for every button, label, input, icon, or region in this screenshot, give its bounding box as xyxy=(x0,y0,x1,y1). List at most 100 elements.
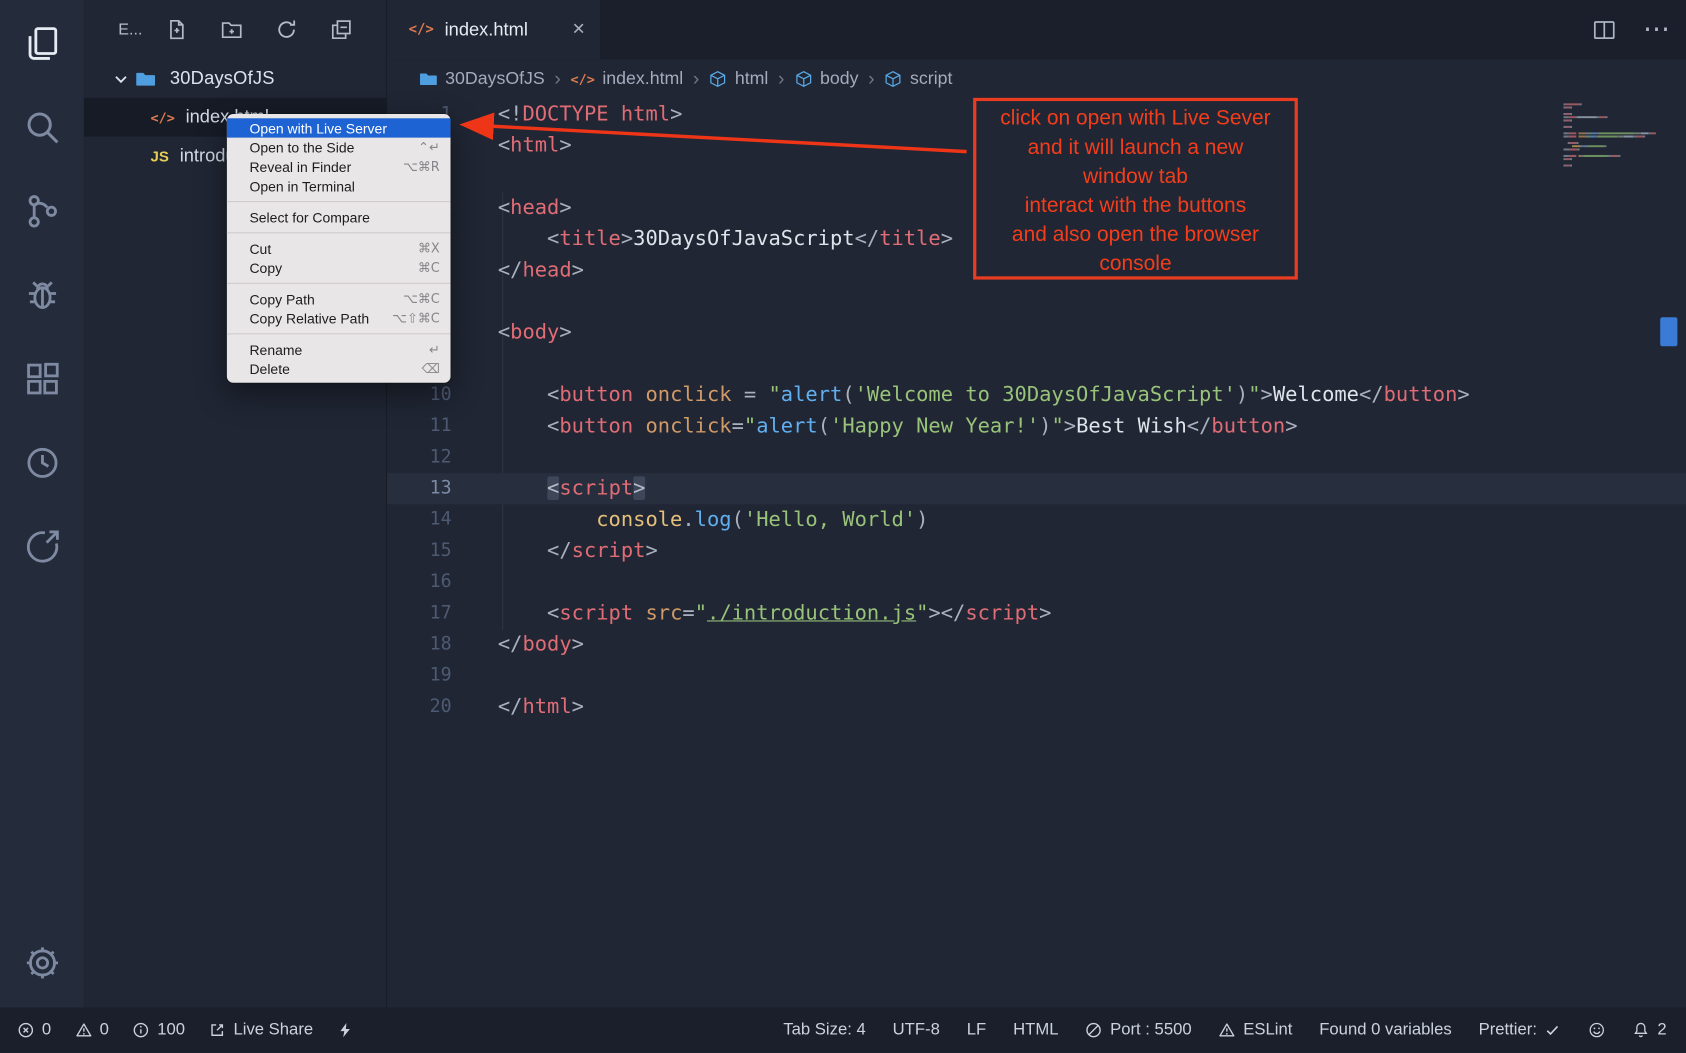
breadcrumb-script[interactable]: script xyxy=(884,69,952,89)
menu-item-copy-path[interactable]: Copy Path⌥⌘C xyxy=(227,289,451,308)
minimap-line xyxy=(1563,165,1655,167)
breadcrumb-30daysofjs[interactable]: 30DaysOfJS xyxy=(419,69,544,89)
minimap-line xyxy=(1563,103,1655,105)
code-token: ./introduction.js xyxy=(707,601,916,625)
status-0[interactable]: 0 xyxy=(17,1020,51,1039)
status-lightning[interactable] xyxy=(337,1021,354,1038)
code-line-text[interactable]: <script src="./introduction.js"></script… xyxy=(498,598,1052,629)
code-line-text[interactable]: <script> xyxy=(498,473,646,504)
menu-item-select-for-compare[interactable]: Select for Compare xyxy=(227,208,451,227)
minimap-token xyxy=(1604,145,1606,147)
status-found-0-variables[interactable]: Found 0 variables xyxy=(1319,1020,1451,1039)
menu-item-open-in-terminal[interactable]: Open in Terminal xyxy=(227,176,451,195)
new-folder-icon xyxy=(220,18,243,41)
code-token: Welcome xyxy=(1273,383,1359,407)
status-eslint[interactable]: ESLint xyxy=(1219,1020,1293,1039)
line-number: 17 xyxy=(387,598,452,629)
status-label: Tab Size: 4 xyxy=(783,1020,865,1039)
folder-root-30daysofjs[interactable]: 30DaysOfJS xyxy=(84,59,386,98)
code-line: 18</body> xyxy=(387,629,1686,660)
status-100[interactable]: 100 xyxy=(133,1020,186,1039)
code-line-text[interactable]: </body> xyxy=(498,629,584,660)
code-line-text[interactable]: <button onclick = "alert('Welcome to 30D… xyxy=(498,380,1470,411)
menu-item-copy[interactable]: Copy⌘C xyxy=(227,258,451,277)
breadcrumb-body[interactable]: body xyxy=(794,69,858,89)
code-token: > xyxy=(1457,383,1469,407)
code-line-text[interactable]: <html> xyxy=(498,130,572,161)
code-line-text[interactable]: <head> xyxy=(498,192,572,223)
code-line-text[interactable]: </script> xyxy=(498,535,658,566)
minimap-token xyxy=(1577,116,1597,118)
minimap-line xyxy=(1563,110,1655,112)
minimap-token xyxy=(1611,155,1618,157)
code-token: console xyxy=(596,508,682,532)
more-actions-icon[interactable]: ⋯ xyxy=(1643,16,1671,43)
status-prettier[interactable]: Prettier: xyxy=(1479,1020,1562,1039)
code-line-text[interactable]: <title>30DaysOfJavaScript</title> xyxy=(498,224,953,255)
collapse-all-button[interactable] xyxy=(329,17,355,43)
search-activity-button[interactable] xyxy=(18,103,65,150)
code-token: script xyxy=(559,601,633,625)
collapse-all-icon xyxy=(330,18,353,41)
code-line-text[interactable]: <!DOCTYPE html> xyxy=(498,99,683,130)
code-token: Best Wish xyxy=(1076,414,1187,438)
status-utf-8[interactable]: UTF-8 xyxy=(893,1020,940,1039)
minimap-line xyxy=(1563,113,1655,115)
status-2[interactable]: 2 xyxy=(1633,1020,1667,1039)
minimap-token xyxy=(1563,145,1572,147)
new-folder-button[interactable] xyxy=(219,17,245,43)
menu-item-open-with-live-server[interactable]: Open with Live Server xyxy=(227,118,451,137)
code-token: " xyxy=(768,383,780,407)
menu-item-shortcut: ⌫ xyxy=(422,361,440,376)
status-lf[interactable]: LF xyxy=(967,1020,986,1039)
status-smiley[interactable] xyxy=(1589,1021,1606,1038)
menu-item-reveal-in-finder[interactable]: Reveal in Finder⌥⌘R xyxy=(227,157,451,176)
code-token: > xyxy=(633,476,645,500)
minimap-token xyxy=(1578,135,1586,137)
refresh-button[interactable] xyxy=(274,17,300,43)
annotation-text: window tab xyxy=(976,162,1294,191)
code-line-text[interactable]: <button onclick="alert('Happy New Year!'… xyxy=(498,411,1298,442)
tab-index-html[interactable]: </> index.html × xyxy=(387,0,600,59)
extensions-activity-button[interactable] xyxy=(18,355,65,402)
settings-activity-button[interactable] xyxy=(18,939,65,986)
run-debug-activity-button[interactable] xyxy=(18,271,65,318)
menu-item-open-to-the-side[interactable]: Open to the Side⌃↵ xyxy=(227,138,451,157)
menu-item-rename[interactable]: Rename↵ xyxy=(227,340,451,359)
code-token: 'Happy New Year!' xyxy=(830,414,1039,438)
menu-item-copy-relative-path[interactable]: Copy Relative Path⌥⇧⌘C xyxy=(227,309,451,328)
split-editor-icon[interactable] xyxy=(1591,17,1617,43)
code-token: script xyxy=(572,539,646,563)
minimap-token xyxy=(1570,158,1572,160)
status-live-share[interactable]: Live Share xyxy=(209,1020,313,1039)
menu-item-shortcut: ⌘X xyxy=(418,241,440,256)
new-file-button[interactable] xyxy=(164,17,190,43)
code-token: ) xyxy=(1236,383,1248,407)
status-port-5500[interactable]: Port : 5500 xyxy=(1085,1020,1191,1039)
code-line-text[interactable]: console.log('Hello, World') xyxy=(498,504,929,535)
minimap-line xyxy=(1563,142,1655,144)
status-html[interactable]: HTML xyxy=(1013,1020,1058,1039)
status-tab-size-4[interactable]: Tab Size: 4 xyxy=(783,1020,865,1039)
status-0[interactable]: 0 xyxy=(75,1020,109,1039)
code-line-text[interactable]: </html> xyxy=(498,691,584,722)
source-control-activity-button[interactable] xyxy=(18,187,65,234)
minimap[interactable] xyxy=(1563,103,1655,168)
minimap-token xyxy=(1599,132,1634,134)
breadcrumb-html[interactable]: html xyxy=(709,69,768,89)
menu-item-delete[interactable]: Delete⌫ xyxy=(227,359,451,378)
minimap-line xyxy=(1563,129,1655,131)
breadcrumb-separator-icon: › xyxy=(868,68,874,91)
menu-item-label: Open in Terminal xyxy=(249,178,439,194)
minimap-token xyxy=(1570,119,1572,121)
extensions-icon xyxy=(22,359,62,399)
history-activity-button[interactable] xyxy=(18,439,65,486)
explorer-activity-button[interactable] xyxy=(18,19,65,66)
breadcrumb-index-html[interactable]: </>index.html xyxy=(571,69,684,89)
menu-item-cut[interactable]: Cut⌘X xyxy=(227,239,451,258)
close-tab-icon[interactable]: × xyxy=(572,17,585,42)
code-line-text[interactable]: <body> xyxy=(498,317,572,348)
code-line-text[interactable]: </head> xyxy=(498,255,584,286)
live-share-activity-button[interactable] xyxy=(18,523,65,570)
code-token: = xyxy=(732,383,769,407)
